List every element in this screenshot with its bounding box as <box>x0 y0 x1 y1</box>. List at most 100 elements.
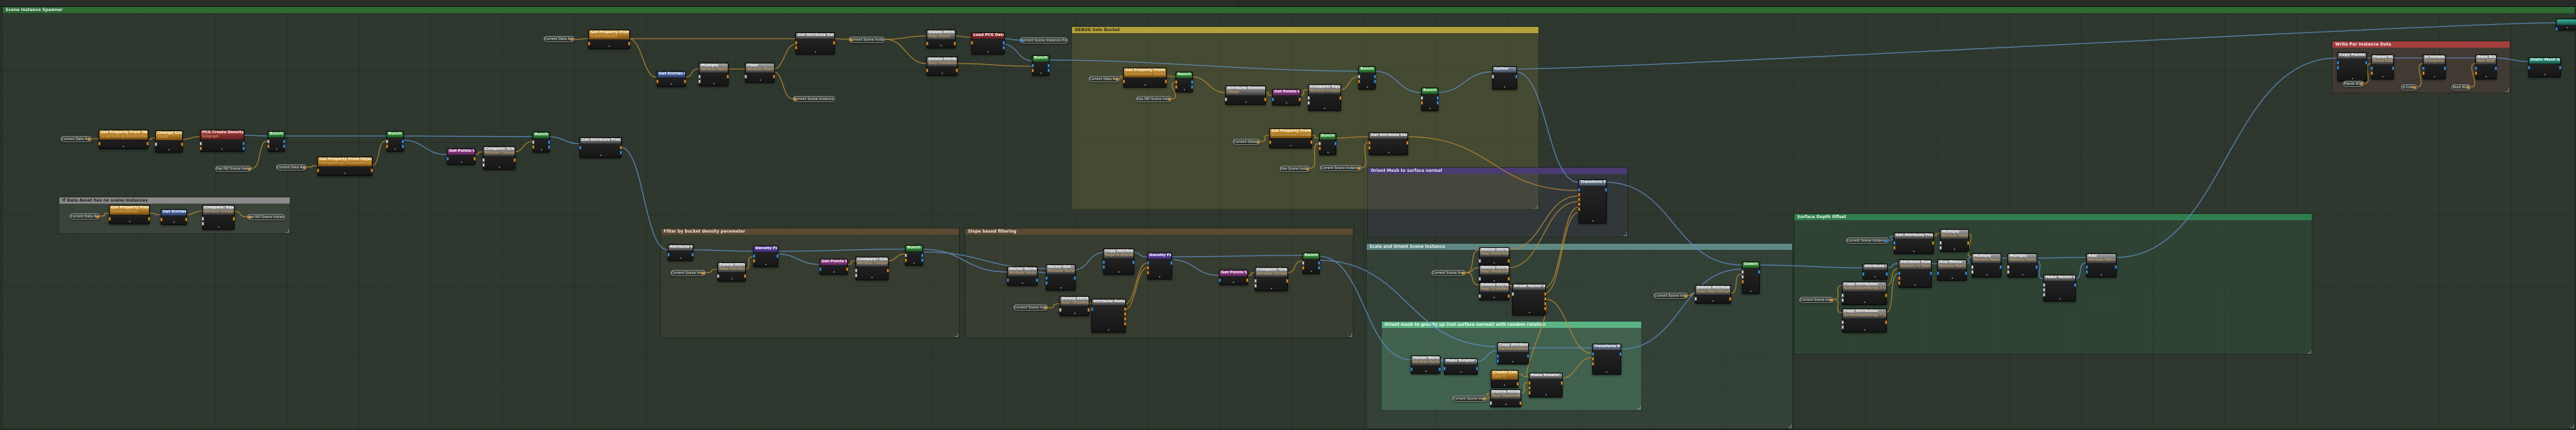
output-port[interactable] <box>1476 367 1478 371</box>
input-port[interactable] <box>1175 85 1178 89</box>
collapse-indicator[interactable] <box>1592 220 1594 222</box>
collapse-indicator[interactable] <box>608 46 610 47</box>
output-port[interactable] <box>1967 241 1970 245</box>
collapse-indicator[interactable] <box>168 149 170 150</box>
input-port[interactable] <box>855 273 858 277</box>
input-port[interactable] <box>753 254 755 258</box>
input-port[interactable] <box>1031 68 1034 72</box>
output-port[interactable] <box>146 141 149 146</box>
collapse-indicator[interactable] <box>1429 108 1431 109</box>
reroute-pill-current-scene-instance-1[interactable]: Current Scene Instance <box>1431 270 1466 276</box>
input-port[interactable] <box>1489 401 1492 405</box>
output-port[interactable] <box>2365 61 2368 65</box>
wire[interactable] <box>1165 75 1176 77</box>
collapse-indicator[interactable] <box>765 264 766 265</box>
output-port[interactable] <box>242 141 245 146</box>
output-port[interactable] <box>1191 85 1193 89</box>
input-port[interactable] <box>160 217 163 222</box>
output-port[interactable] <box>1318 266 1320 270</box>
wire[interactable] <box>1073 252 1104 271</box>
collapse-indicator[interactable] <box>2351 78 2353 79</box>
output-port[interactable] <box>1124 307 1127 311</box>
pill-port[interactable] <box>702 272 704 275</box>
pill-port[interactable] <box>1116 78 1118 81</box>
output-port[interactable] <box>1507 294 1510 298</box>
output-port[interactable] <box>1507 277 1510 281</box>
node-transform-points-1[interactable]: Transform Points <box>1578 179 1607 224</box>
wire[interactable] <box>846 260 856 265</box>
reroute-pill-current-data-asset-1[interactable]: Current Data Asset <box>61 136 92 142</box>
output-port[interactable] <box>1885 320 1888 324</box>
output-port[interactable] <box>953 41 956 46</box>
wire[interactable] <box>1730 273 1743 294</box>
output-port[interactable] <box>620 150 622 155</box>
wire[interactable] <box>402 135 533 137</box>
collapse-indicator[interactable] <box>1863 302 1865 303</box>
input-port[interactable] <box>1091 307 1093 311</box>
input-port[interactable] <box>2475 66 2477 70</box>
input-port[interactable] <box>1578 202 1581 206</box>
input-port[interactable] <box>2370 66 2373 70</box>
node-bunch-10[interactable]: Bunch <box>1302 253 1320 274</box>
input-port[interactable] <box>2422 71 2425 75</box>
wire[interactable] <box>1191 76 1226 93</box>
output-port[interactable] <box>473 157 476 161</box>
input-port[interactable] <box>1318 146 1321 150</box>
reroute-pill-current-data-asset-3[interactable]: Current Data Asset <box>544 36 575 42</box>
output-port[interactable] <box>1036 278 1038 282</box>
input-port[interactable] <box>1898 281 1901 285</box>
wire[interactable] <box>251 140 268 169</box>
wire[interactable] <box>402 139 448 155</box>
node-get-points-count-1[interactable]: Get Points Count <box>446 148 476 165</box>
input-port[interactable] <box>1443 367 1446 371</box>
input-port[interactable] <box>1102 260 1105 264</box>
reroute-pill-current-scene-instance-properties-out[interactable]: Current Scene Instance Properties <box>1020 37 1068 43</box>
collapse-indicator[interactable] <box>1504 86 1505 88</box>
collapse-indicator[interactable] <box>1060 287 1062 289</box>
output-port[interactable] <box>2392 66 2395 70</box>
wire[interactable] <box>148 213 161 215</box>
collapse-indicator[interactable] <box>814 51 816 52</box>
input-port[interactable] <box>1939 241 1942 245</box>
input-port[interactable] <box>1147 261 1149 265</box>
input-port[interactable] <box>904 253 907 257</box>
input-port[interactable] <box>201 217 204 221</box>
wire[interactable] <box>2495 57 2529 62</box>
node-bunch-6[interactable]: Bunch <box>1358 66 1376 90</box>
input-port[interactable] <box>532 145 535 149</box>
input-port[interactable] <box>717 274 720 278</box>
input-port[interactable] <box>744 75 747 79</box>
wire[interactable] <box>1374 70 1422 93</box>
node-multiply-3[interactable]: MultiplyAttribute Maths Op <box>1971 253 2002 277</box>
collapse-indicator[interactable] <box>871 277 873 278</box>
node-delete-attributes-databucket[interactable]: Delete AttributesKeep (DataBucket) <box>926 57 958 76</box>
wire[interactable] <box>306 165 318 168</box>
input-port[interactable] <box>2555 27 2558 31</box>
node-copy-attributes-slope[interactable]: Copy AttributesSlope to $Density <box>1102 248 1135 275</box>
collapse-indicator[interactable] <box>1954 248 1955 250</box>
collapse-indicator[interactable] <box>1494 262 1495 264</box>
input-port[interactable] <box>1218 278 1221 282</box>
input-port[interactable] <box>1302 266 1305 270</box>
node-get-points-count-2[interactable]: Get Points Count <box>1271 89 1301 106</box>
output-port[interactable] <box>242 146 245 150</box>
reroute-pill-current-scene-instance-6[interactable]: Current Scene Instance <box>1799 297 1834 303</box>
node-compare-equal-1[interactable]: Compare: EqualAttribute Compare Op <box>1307 84 1342 111</box>
input-port[interactable] <box>1175 80 1178 84</box>
output-port[interactable] <box>1999 265 2002 269</box>
node-density-filter-2[interactable]: Density Filter <box>1147 253 1173 280</box>
reroute-pill-current-data-asset-2[interactable]: Current Data Asset <box>276 164 307 170</box>
output-port[interactable] <box>1885 272 1888 276</box>
output-port[interactable] <box>2114 265 2117 269</box>
output-port[interactable] <box>1165 79 1167 84</box>
input-port[interactable] <box>1528 386 1531 390</box>
input-port[interactable] <box>1478 294 1481 298</box>
input-port[interactable] <box>1741 280 1744 284</box>
output-port[interactable] <box>283 144 286 148</box>
wire[interactable] <box>1885 263 1899 268</box>
input-port[interactable] <box>971 41 973 45</box>
output-port[interactable] <box>1729 297 1732 301</box>
output-port[interactable] <box>1047 68 1050 72</box>
wire[interactable] <box>776 253 820 265</box>
wire[interactable] <box>886 253 906 262</box>
